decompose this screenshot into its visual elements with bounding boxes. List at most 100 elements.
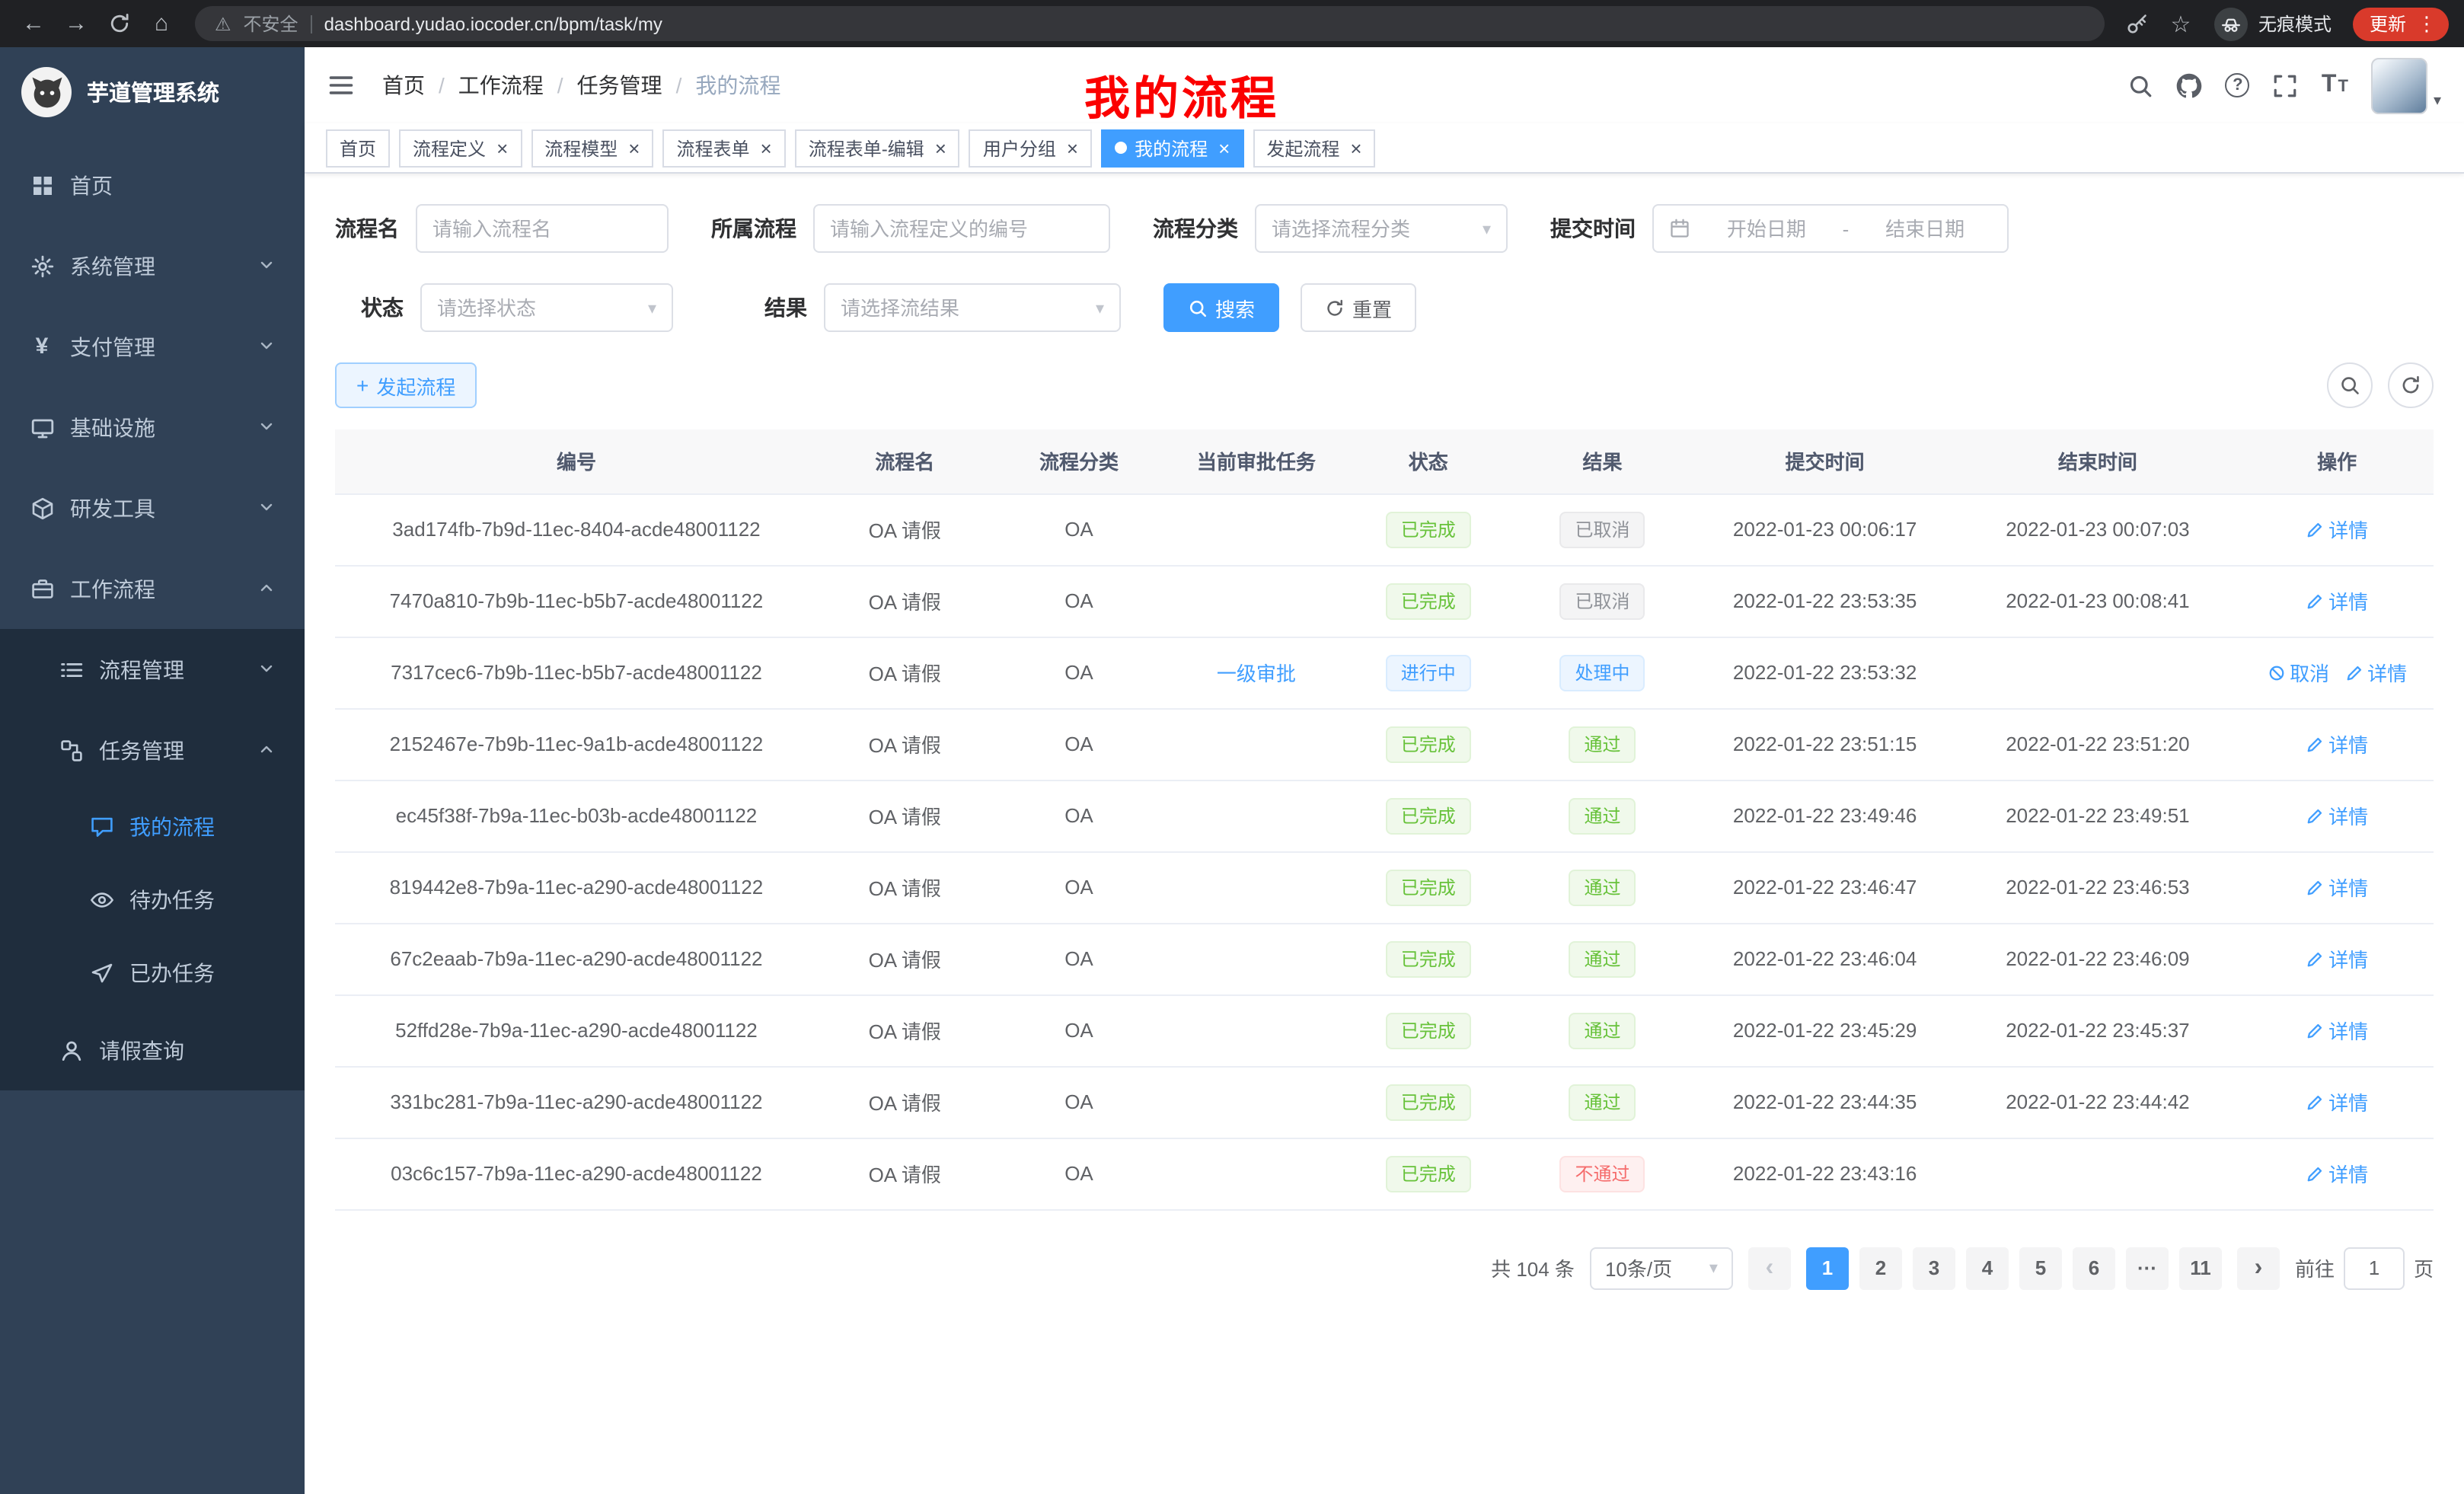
key-icon[interactable] (2120, 5, 2156, 42)
end-date-field[interactable] (1858, 217, 1992, 240)
sidebar-item-workflow[interactable]: 工作流程 (0, 548, 305, 629)
logo[interactable]: 芋道管理系统 (0, 47, 305, 136)
goto-page-input[interactable] (2344, 1247, 2405, 1289)
search-button[interactable]: 搜索 (1163, 283, 1279, 332)
pagination-page-button[interactable]: 4 (1966, 1247, 2009, 1289)
action-detail-link[interactable]: 详情 (2306, 873, 2368, 902)
pagination-next-button[interactable]: › (2237, 1247, 2280, 1289)
browser-reload-icon[interactable] (101, 5, 137, 42)
tab-close-icon[interactable]: × (1350, 138, 1361, 158)
sidebar-item-leave-query[interactable]: 请假查询 (0, 1010, 305, 1090)
sidebar-item-task-mgmt[interactable]: 任务管理 (0, 710, 305, 790)
sidebar-item-todo-tasks[interactable]: 待办任务 (0, 864, 305, 937)
tab[interactable]: 流程模型× (531, 129, 653, 167)
category-select[interactable]: ▾ (1255, 204, 1508, 253)
action-detail-link[interactable]: 详情 (2306, 944, 2368, 973)
tab-active[interactable]: 我的流程× (1101, 129, 1243, 167)
tab[interactable]: 流程表单× (662, 129, 785, 167)
not-secure-label[interactable]: 不安全 (244, 11, 298, 37)
status-select[interactable]: ▾ (420, 283, 673, 332)
result-select[interactable]: ▾ (824, 283, 1121, 332)
process-def-input[interactable] (813, 204, 1110, 253)
row-name: OA 请假 (818, 851, 992, 923)
browser-home-icon[interactable]: ⌂ (143, 5, 180, 42)
user-menu[interactable]: ▾ (2371, 57, 2441, 113)
tab[interactable]: 流程定义× (399, 129, 522, 167)
sidebar-item-my-process[interactable]: 我的流程 (0, 790, 305, 864)
row-end-time: 2022-01-23 00:07:03 (1955, 493, 2241, 565)
update-button[interactable]: 更新 ⋮ (2353, 7, 2449, 40)
sidebar-item-payment[interactable]: ¥ 支付管理 (0, 306, 305, 387)
menu-kebab-icon[interactable]: ⋮ (2417, 14, 2437, 34)
sidebar-item-system[interactable]: 系统管理 (0, 225, 305, 306)
font-size-icon[interactable]: TT (2322, 72, 2348, 99)
action-detail-link[interactable]: 详情 (2306, 1159, 2368, 1188)
breadcrumb: 首页 / 工作流程 / 任务管理 / 我的流程 (382, 70, 780, 101)
url-text[interactable]: dashboard.yudao.iocoder.cn/bpm/task/my (324, 13, 662, 34)
pagination-more-button[interactable]: ··· (2126, 1247, 2169, 1289)
bookmark-star-icon[interactable]: ☆ (2162, 5, 2199, 42)
sidebar-item-done-tasks[interactable]: 已办任务 (0, 937, 305, 1010)
action-detail-link[interactable]: 详情 (2306, 1016, 2368, 1045)
pagination-page-button[interactable]: 6 (2073, 1247, 2115, 1289)
sidebar-item-devtools[interactable]: 研发工具 (0, 468, 305, 548)
pagination-page-button[interactable]: 3 (1913, 1247, 1955, 1289)
action-detail-link[interactable]: 详情 (2306, 515, 2368, 544)
avatar[interactable] (2371, 57, 2427, 113)
create-process-button[interactable]: + 发起流程 (335, 362, 477, 408)
current-task-link[interactable]: 一级审批 (1217, 662, 1296, 685)
page-size-select[interactable]: 10条/页 ▾ (1590, 1247, 1733, 1289)
chevron-down-icon (257, 496, 276, 520)
tab[interactable]: 流程表单-编辑× (795, 129, 960, 167)
github-icon[interactable] (2177, 72, 2203, 98)
sidebar-item-infrastructure[interactable]: 基础设施 (0, 387, 305, 468)
browser-back-icon[interactable]: ← (15, 5, 52, 42)
tab[interactable]: 用户分组× (969, 129, 1092, 167)
refresh-button[interactable] (2388, 362, 2434, 408)
tab[interactable]: 首页 (326, 129, 390, 167)
action-cancel-link[interactable]: 取消 (2267, 658, 2329, 687)
hamburger-icon[interactable] (327, 72, 355, 99)
pagination-page-button[interactable]: 2 (1859, 1247, 1902, 1289)
status-field[interactable] (437, 296, 639, 319)
browser-forward-icon[interactable]: → (58, 5, 94, 42)
process-name-field[interactable] (432, 217, 652, 240)
pagination-page-button[interactable]: 5 (2019, 1247, 2062, 1289)
toggle-search-button[interactable] (2327, 362, 2373, 408)
result-field[interactable] (841, 296, 1087, 319)
breadcrumb-item[interactable]: 工作流程 (458, 70, 544, 101)
help-icon[interactable]: ? (2226, 73, 2250, 97)
fullscreen-icon[interactable] (2273, 72, 2299, 98)
chevron-down-icon: ▾ (1483, 219, 1491, 238)
process-def-field[interactable] (830, 217, 1093, 240)
tab-close-icon[interactable]: × (1067, 138, 1078, 158)
sidebar-item-process-mgmt[interactable]: 流程管理 (0, 629, 305, 710)
address-bar[interactable]: ⚠ 不安全 dashboard.yudao.iocoder.cn/bpm/tas… (195, 6, 2105, 41)
sidebar-item-home[interactable]: 首页 (0, 145, 305, 225)
action-detail-link[interactable]: 详情 (2306, 1087, 2368, 1116)
pagination-prev-button[interactable]: ‹ (1748, 1247, 1791, 1289)
action-detail-link[interactable]: 详情 (2344, 658, 2407, 687)
tab[interactable]: 发起流程× (1253, 129, 1375, 167)
tab-close-icon[interactable]: × (935, 138, 946, 158)
breadcrumb-item[interactable]: 任务管理 (577, 70, 662, 101)
action-detail-link[interactable]: 详情 (2306, 586, 2368, 615)
action-detail-link[interactable]: 详情 (2306, 801, 2368, 830)
breadcrumb-item[interactable]: 首页 (382, 70, 425, 101)
date-range-picker[interactable]: - (1652, 204, 2009, 253)
action-detail-link[interactable]: 详情 (2306, 729, 2368, 758)
tab-close-icon[interactable]: × (496, 138, 508, 158)
page-content: 流程名 所属流程 流程分类 ▾ 提交时间 (305, 174, 2464, 1494)
row-category: OA (992, 851, 1167, 923)
start-date-field[interactable] (1700, 217, 1834, 240)
process-name-input[interactable] (416, 204, 669, 253)
sidebar-item-label: 流程管理 (99, 654, 184, 685)
reset-button[interactable]: 重置 (1301, 283, 1416, 332)
tab-close-icon[interactable]: × (628, 138, 640, 158)
pagination-page-button[interactable]: 1 (1806, 1247, 1849, 1289)
search-icon[interactable] (2128, 72, 2154, 98)
tab-close-icon[interactable]: × (761, 138, 772, 158)
tab-close-icon[interactable]: × (1218, 138, 1230, 158)
pagination-page-button[interactable]: 11 (2179, 1247, 2222, 1289)
category-field[interactable] (1272, 217, 1473, 240)
